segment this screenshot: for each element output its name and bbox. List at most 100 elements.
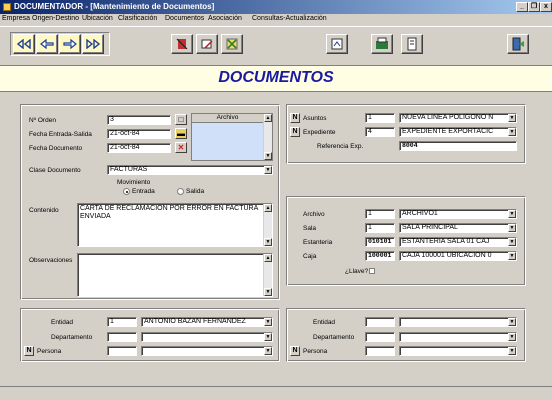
referencia-field[interactable]: 8004 <box>399 141 517 151</box>
llave-checkbox[interactable] <box>369 268 375 274</box>
chevron-down-icon[interactable]: ▼ <box>508 210 516 218</box>
caja-code-field[interactable]: 100001 <box>365 251 395 261</box>
caja-select[interactable]: CAJA 100001 UBICACION 0 ▼ <box>399 251 517 261</box>
chevron-down-icon[interactable]: ▼ <box>508 347 516 355</box>
print-icon[interactable] <box>401 34 423 54</box>
archivo-list[interactable]: Archivo ▲ ▼ <box>191 113 273 161</box>
chevron-down-icon[interactable]: ▼ <box>508 333 516 341</box>
origen-persona-select[interactable]: ▼ <box>141 346 273 356</box>
expediente-new-button[interactable]: N <box>290 127 300 137</box>
llave-label: ¿Llave? <box>345 268 369 275</box>
chevron-down-icon[interactable]: ▼ <box>264 347 272 355</box>
estanteria-select[interactable]: ESTANTERIA SALA 01 CAJ ▼ <box>399 237 517 247</box>
clase-documento-select[interactable]: FACTURAS ▼ <box>107 165 273 175</box>
origen-persona-new-button[interactable]: N <box>24 346 34 356</box>
first-record-icon[interactable] <box>13 34 35 54</box>
estanteria-code-field[interactable]: 010101 <box>365 237 395 247</box>
contenido-textarea[interactable]: CARTA DE RECLAMACION POR ERROR EN FACTUR… <box>77 203 273 247</box>
expediente-select[interactable]: EXPEDIENTE EXPORTACIC ▼ <box>399 127 517 137</box>
scroll-up-icon[interactable]: ▲ <box>264 114 272 122</box>
delete-icon[interactable] <box>171 34 193 54</box>
chevron-down-icon[interactable]: ▼ <box>508 114 516 122</box>
origen-departamento-select[interactable]: ▼ <box>141 332 273 342</box>
chevron-down-icon[interactable]: ▼ <box>508 224 516 232</box>
scroll-down-icon[interactable]: ▼ <box>264 238 272 246</box>
menu-empresa[interactable]: Empresa <box>2 15 30 22</box>
exit-icon[interactable] <box>507 34 529 54</box>
origen-entidad-select[interactable]: ANTONIO BAZAN FERNANDEZ ▼ <box>141 317 273 327</box>
asuntos-select[interactable]: NUEVA LINEA POLIGONO N ▼ <box>399 113 517 123</box>
menu-origen-destino[interactable]: Origen-Destino <box>32 15 79 22</box>
archivo-code-field[interactable]: 1 <box>365 209 395 219</box>
origen-departamento-code-field[interactable] <box>107 332 137 342</box>
destino-departamento-select[interactable]: ▼ <box>399 332 517 342</box>
archivo-label: Archivo <box>303 211 325 218</box>
window-title: DOCUMENTADOR - [Mantenimiento de Documen… <box>14 2 215 11</box>
restore-button[interactable]: ❐ <box>528 2 540 12</box>
fecha-documento-field[interactable]: 21-oct-84 <box>107 143 171 153</box>
chevron-down-icon[interactable]: ▼ <box>264 318 272 326</box>
origen-panel: Entidad 1 ANTONIO BAZAN FERNANDEZ ▼ Depa… <box>20 308 280 362</box>
destino-departamento-label: Departamento <box>313 334 355 341</box>
search-icon[interactable] <box>326 34 348 54</box>
close-button[interactable]: x <box>540 2 552 12</box>
sala-code-field[interactable]: 1 <box>365 223 395 233</box>
scroll-up-icon[interactable]: ▲ <box>264 204 272 212</box>
scroll-up-icon[interactable]: ▲ <box>264 254 272 262</box>
salida-radio[interactable] <box>177 188 184 195</box>
estanteria-label: Estanteria <box>303 239 333 246</box>
asuntos-new-button[interactable]: N <box>290 113 300 123</box>
n-orden-field[interactable]: 3 <box>107 115 171 125</box>
contenido-scrollbar[interactable]: ▲ ▼ <box>263 204 272 246</box>
last-record-icon[interactable] <box>82 34 104 54</box>
previous-record-icon[interactable] <box>36 34 58 54</box>
origen-entidad-code-field[interactable]: 1 <box>107 317 137 327</box>
destino-persona-code-field[interactable] <box>365 346 395 356</box>
destino-departamento-code-field[interactable] <box>365 332 395 342</box>
cancel-icon[interactable] <box>221 34 243 54</box>
chevron-down-icon[interactable]: ▼ <box>508 128 516 136</box>
chevron-down-icon[interactable]: ▼ <box>264 166 272 174</box>
destino-entidad-select[interactable]: ▼ <box>399 317 517 327</box>
next-record-icon[interactable] <box>59 34 81 54</box>
menu-clasificacion[interactable]: Clasificación <box>118 15 157 22</box>
observaciones-textarea[interactable]: ▲ ▼ <box>77 253 273 297</box>
scroll-down-icon[interactable]: ▼ <box>264 152 272 160</box>
origen-persona-code-field[interactable] <box>107 346 137 356</box>
fecha-entrada-salida-field[interactable]: 21-oct-84 <box>107 129 171 139</box>
chevron-down-icon[interactable]: ▼ <box>508 238 516 246</box>
menu-ubicacion[interactable]: Ubicación <box>82 15 113 22</box>
asuntos-code-field[interactable]: 1 <box>365 113 395 123</box>
destino-persona-select[interactable]: ▼ <box>399 346 517 356</box>
new-document-icon[interactable]: □ <box>175 114 187 125</box>
chevron-down-icon[interactable]: ▼ <box>508 318 516 326</box>
destino-entidad-code-field[interactable] <box>365 317 395 327</box>
folder-icon[interactable]: ▬ <box>175 128 187 139</box>
scroll-down-icon[interactable]: ▼ <box>264 288 272 296</box>
estanteria-value: ESTANTERIA SALA 01 CAJ <box>402 238 490 245</box>
origen-departamento-label: Departamento <box>51 334 93 341</box>
destino-persona-label: Persona <box>303 348 328 355</box>
app-icon <box>3 3 11 11</box>
menu-documentos[interactable]: Documentos <box>165 15 204 22</box>
menu-consultas-actualizacion[interactable]: Consultas-Actualización <box>252 15 327 22</box>
archivo-scrollbar[interactable]: ▲ ▼ <box>263 114 272 160</box>
minimize-button[interactable]: _ <box>516 2 528 12</box>
observaciones-scrollbar[interactable]: ▲ ▼ <box>263 254 272 296</box>
origen-entidad-label: Entidad <box>51 319 74 326</box>
documento-panel: Nº Orden 3 □ Fecha Entrada-Salida 21-oct… <box>20 104 280 300</box>
expediente-value: EXPEDIENTE EXPORTACIC <box>402 128 494 135</box>
expediente-code-field[interactable]: 4 <box>365 127 395 137</box>
chevron-down-icon[interactable]: ▼ <box>508 252 516 260</box>
remove-file-icon[interactable]: ✕ <box>175 142 187 153</box>
destino-persona-new-button[interactable]: N <box>290 346 300 356</box>
asuntos-label: Asuntos <box>303 115 327 122</box>
sala-label: Sala <box>303 225 317 232</box>
sala-select[interactable]: SALA PRINCIPAL ▼ <box>399 223 517 233</box>
menu-asociacion[interactable]: Asociación <box>208 15 242 22</box>
archivo-select[interactable]: ARCHIVO1 ▼ <box>399 209 517 219</box>
save-icon[interactable] <box>371 34 393 54</box>
edit-icon[interactable] <box>196 34 218 54</box>
chevron-down-icon[interactable]: ▼ <box>264 333 272 341</box>
entrada-radio[interactable] <box>123 188 130 195</box>
